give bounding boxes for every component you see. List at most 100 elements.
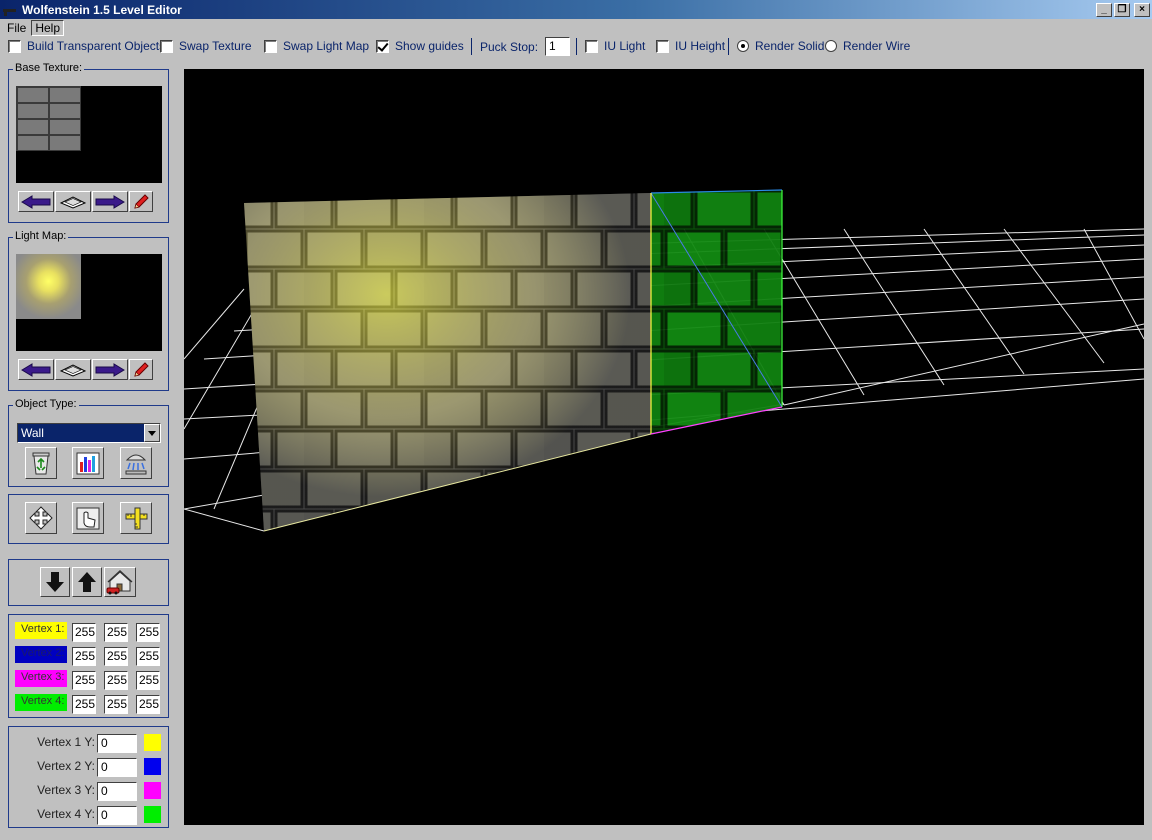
puck-stop-input[interactable]: 1 bbox=[545, 37, 571, 56]
viewport-scene[interactable] bbox=[183, 69, 1145, 825]
vertex-1-green-input[interactable]: 255 bbox=[104, 623, 128, 642]
vertex-2-label[interactable]: Vertex 2: bbox=[15, 646, 67, 663]
vertex-3-green-input[interactable]: 255 bbox=[104, 671, 128, 690]
vertex-3-color-swatch[interactable] bbox=[144, 782, 161, 799]
vertex-3-blue-input[interactable]: 255 bbox=[136, 671, 160, 690]
vertex-4-y-input[interactable]: 0 bbox=[97, 806, 137, 825]
arrow-left-icon bbox=[21, 194, 51, 209]
vertex-3-red-input[interactable]: 255 bbox=[72, 671, 96, 690]
3d-viewport[interactable] bbox=[183, 69, 1145, 825]
iu-height-label: IU Height bbox=[675, 39, 726, 53]
render-solid-option[interactable]: Render Solid bbox=[737, 39, 824, 53]
close-button[interactable]: × bbox=[1134, 2, 1150, 17]
pencil-icon bbox=[134, 193, 149, 209]
vertex-1-blue-input[interactable]: 255 bbox=[136, 623, 160, 642]
iu-light-checkbox[interactable] bbox=[585, 39, 598, 53]
menu-help[interactable]: Help bbox=[31, 19, 65, 36]
arrow-down-icon bbox=[46, 572, 64, 592]
vertex-2-color-swatch[interactable] bbox=[144, 758, 161, 775]
arrow-left-icon bbox=[21, 362, 51, 377]
pistol-icon bbox=[2, 3, 20, 17]
browse-texture-button[interactable] bbox=[55, 191, 91, 212]
swap-texture-checkbox[interactable] bbox=[160, 39, 173, 53]
show-guides-checkbox[interactable] bbox=[376, 39, 389, 53]
edit-light-map-button[interactable] bbox=[129, 359, 153, 380]
order-group bbox=[8, 559, 169, 606]
object-type-group: Object Type: Wall bbox=[8, 398, 169, 487]
base-texture-preview[interactable] bbox=[16, 86, 162, 183]
swap-light-map-checkbox[interactable] bbox=[264, 39, 277, 53]
restore-button[interactable]: ❐ bbox=[1114, 2, 1130, 17]
vertex-2-red-input[interactable]: 255 bbox=[72, 647, 96, 666]
clear-object-button[interactable] bbox=[120, 447, 152, 479]
ruler-icon bbox=[125, 507, 148, 530]
vertex-4-label[interactable]: Vertex 4: bbox=[15, 694, 67, 711]
swap-texture-option[interactable]: Swap Texture bbox=[160, 39, 252, 53]
vertex-1-color-swatch[interactable] bbox=[144, 734, 161, 751]
render-solid-label: Render Solid bbox=[755, 39, 825, 53]
vertex-4-blue-input[interactable]: 255 bbox=[136, 695, 160, 714]
previous-texture-button[interactable] bbox=[18, 191, 54, 212]
vertex-3-label[interactable]: Vertex 3: bbox=[15, 670, 67, 687]
options-toolbar: Build Transparent Objects Swap Texture S… bbox=[0, 36, 1152, 58]
browse-light-map-button[interactable] bbox=[55, 359, 91, 380]
swap-light-map-label: Swap Light Map bbox=[283, 39, 370, 53]
shower-icon bbox=[125, 454, 147, 475]
move-tool-button[interactable] bbox=[25, 502, 57, 534]
measure-tool-button[interactable] bbox=[120, 502, 152, 534]
iu-light-label: IU Light bbox=[604, 39, 646, 53]
move-up-button[interactable] bbox=[72, 567, 102, 597]
selected-wall-segment[interactable] bbox=[650, 189, 783, 435]
vertex-1-red-input[interactable]: 255 bbox=[72, 623, 96, 642]
select-tool-button[interactable] bbox=[72, 502, 104, 534]
object-type-label: Object Type: bbox=[13, 398, 79, 410]
toolbar-separator bbox=[471, 38, 472, 55]
object-stats-button[interactable] bbox=[72, 447, 104, 479]
show-guides-option[interactable]: Show guides bbox=[376, 39, 464, 53]
edit-texture-button[interactable] bbox=[129, 191, 153, 212]
next-light-map-button[interactable] bbox=[92, 359, 128, 380]
vertex-2-y-input[interactable]: 0 bbox=[97, 758, 137, 777]
next-texture-button[interactable] bbox=[92, 191, 128, 212]
vertex-4-red-input[interactable]: 255 bbox=[72, 695, 96, 714]
recycle-object-button[interactable] bbox=[25, 447, 57, 479]
minimize-button[interactable]: _ bbox=[1096, 2, 1112, 17]
iu-light-option[interactable]: IU Light bbox=[585, 39, 645, 53]
previous-light-map-button[interactable] bbox=[18, 359, 54, 380]
chevron-down-icon[interactable] bbox=[144, 424, 160, 442]
object-type-dropdown[interactable]: Wall bbox=[17, 423, 161, 443]
light-map-label: Light Map: bbox=[13, 230, 69, 242]
bar-chart-icon bbox=[76, 452, 100, 475]
recycle-bin-icon bbox=[32, 452, 50, 475]
tools-group bbox=[8, 494, 169, 544]
vertex-2-y-label: Vertex 2 Y: bbox=[37, 759, 95, 773]
iu-height-checkbox[interactable] bbox=[656, 39, 669, 53]
vertex-4-color-swatch[interactable] bbox=[144, 806, 161, 823]
brick-wall[interactable] bbox=[244, 193, 652, 532]
vertex-1-y-input[interactable]: 0 bbox=[97, 734, 137, 753]
vertex-2-green-input[interactable]: 255 bbox=[104, 647, 128, 666]
toolbar-separator bbox=[728, 38, 729, 55]
pencil-icon bbox=[134, 361, 149, 377]
vertex-1-label[interactable]: Vertex 1: bbox=[15, 622, 67, 639]
move-down-button[interactable] bbox=[40, 567, 70, 597]
brick-texture-thumbnail bbox=[16, 86, 81, 151]
build-transparent-checkbox[interactable] bbox=[8, 39, 21, 53]
render-solid-radio[interactable] bbox=[737, 40, 749, 52]
render-wire-option[interactable]: Render Wire bbox=[825, 39, 910, 53]
light-map-preview[interactable] bbox=[16, 254, 162, 351]
base-texture-group: Base Texture: bbox=[8, 62, 169, 223]
vertex-3-y-input[interactable]: 0 bbox=[97, 782, 137, 801]
vertex-height-group: Vertex 1 Y: 0 Vertex 2 Y: 0 Vertex 3 Y: … bbox=[8, 726, 169, 828]
menu-file[interactable]: File bbox=[4, 21, 29, 35]
vertex-4-green-input[interactable]: 255 bbox=[104, 695, 128, 714]
vertex-colors-group: Vertex 1: 255 255 255 Vertex 2: 255 255 … bbox=[8, 614, 169, 718]
render-wire-radio[interactable] bbox=[825, 40, 837, 52]
layers-icon bbox=[59, 363, 87, 377]
build-transparent-objects-option[interactable]: Build Transparent Objects bbox=[8, 39, 165, 53]
light-map-thumbnail bbox=[16, 254, 81, 319]
iu-height-option[interactable]: IU Height bbox=[656, 39, 725, 53]
home-view-button[interactable] bbox=[104, 567, 136, 597]
vertex-2-blue-input[interactable]: 255 bbox=[136, 647, 160, 666]
swap-light-map-option[interactable]: Swap Light Map bbox=[264, 39, 369, 53]
